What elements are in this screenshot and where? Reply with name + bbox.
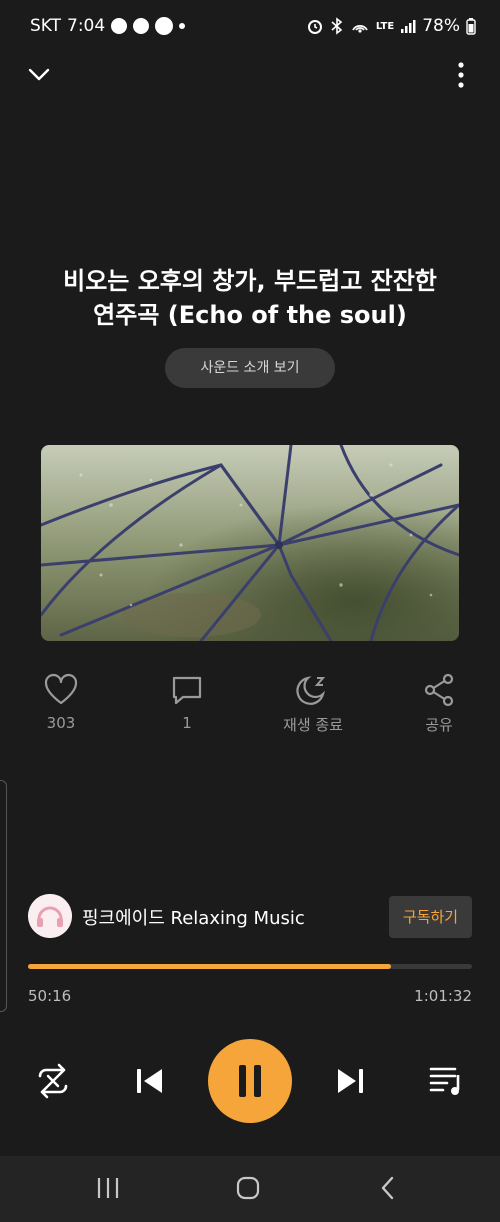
- track-title-line2: 연주곡 (Echo of the soul): [93, 301, 407, 329]
- signal-icon: [401, 20, 416, 33]
- status-bar: SKT 7:04 LTE 78%: [0, 0, 500, 54]
- notification-icon: [111, 18, 128, 34]
- like-action[interactable]: 303: [21, 672, 101, 732]
- playlist-icon[interactable]: [427, 1061, 467, 1101]
- share-action[interactable]: 공유: [399, 672, 479, 735]
- like-count: 303: [46, 714, 76, 732]
- pause-button[interactable]: [208, 1039, 292, 1123]
- share-label: 공유: [425, 716, 453, 734]
- sleep-timer-label: 재생 종료: [283, 716, 343, 734]
- comment-icon: [172, 676, 202, 705]
- moon-sleep-icon: [296, 676, 326, 705]
- alarm-icon: [307, 20, 322, 34]
- track-title: 비오는 오후의 창가, 부드럽고 잔잔한 연주곡 (Echo of the so…: [30, 264, 470, 332]
- heart-icon: [44, 673, 78, 705]
- elapsed-time: 50:16: [28, 987, 72, 1005]
- bluetooth-icon: [331, 17, 343, 35]
- battery-icon: [466, 18, 476, 35]
- total-duration: 1:01:32: [414, 987, 472, 1005]
- sound-intro-button[interactable]: 사운드 소개 보기: [165, 348, 335, 388]
- notification-icon: [155, 17, 174, 35]
- edge-panel-handle[interactable]: [0, 780, 7, 1012]
- channel-name[interactable]: 핑크에이드 Relaxing Music: [82, 904, 305, 930]
- network-type: LTE: [375, 20, 395, 32]
- recent-apps-icon[interactable]: [95, 1176, 121, 1200]
- skip-previous-icon[interactable]: [130, 1061, 170, 1101]
- pause-icon: [239, 1065, 261, 1097]
- progress-fill: [28, 964, 391, 969]
- more-vert-icon[interactable]: [448, 60, 474, 90]
- progress-bar[interactable]: [28, 964, 472, 969]
- hotspot-icon: [352, 24, 368, 33]
- repeat-icon[interactable]: [33, 1061, 73, 1101]
- home-icon[interactable]: [235, 1175, 261, 1201]
- skip-next-icon[interactable]: [330, 1061, 370, 1101]
- chevron-down-icon[interactable]: [26, 62, 52, 88]
- more-notifications-icon: [179, 23, 186, 29]
- carrier: SKT: [30, 16, 62, 36]
- comment-count: 1: [182, 714, 192, 732]
- share-icon: [424, 673, 454, 707]
- comment-action[interactable]: 1: [147, 672, 227, 732]
- clock: 7:04: [67, 16, 106, 36]
- album-artwork: [41, 445, 459, 641]
- back-icon[interactable]: [378, 1175, 398, 1201]
- notification-icon: [133, 18, 150, 34]
- sleep-timer-action[interactable]: 재생 종료: [273, 672, 353, 735]
- subscribe-button[interactable]: 구독하기: [389, 896, 472, 938]
- battery-percent: 78%: [422, 16, 460, 36]
- track-title-line1: 비오는 오후의 창가, 부드럽고 잔잔한: [63, 267, 437, 295]
- channel-avatar[interactable]: [28, 894, 72, 938]
- system-navigation-bar: [0, 1156, 500, 1222]
